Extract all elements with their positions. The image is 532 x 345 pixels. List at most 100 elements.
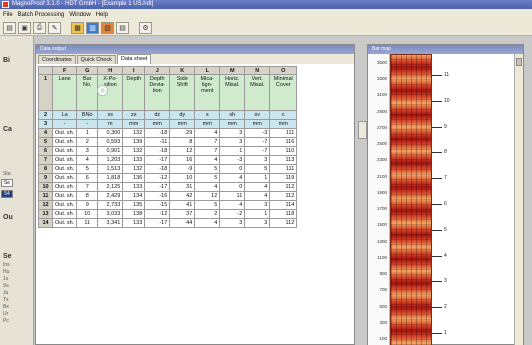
- cell-s[interactable]: 4: [194, 128, 221, 138]
- unit-cell[interactable]: mm: [194, 119, 221, 129]
- cell-s[interactable]: 2: [194, 209, 221, 219]
- cell-sv[interactable]: 5: [244, 164, 271, 174]
- cell-lane[interactable]: Out. sh.: [51, 137, 78, 147]
- cell-sh[interactable]: 3: [219, 137, 246, 147]
- cell-c[interactable]: 116: [269, 137, 298, 147]
- cell-c[interactable]: 110: [269, 146, 298, 156]
- bar-map-heatmap[interactable]: [390, 54, 432, 345]
- cell-sh[interactable]: 4: [219, 173, 246, 183]
- cell-x[interactable]: 1,818: [97, 173, 124, 183]
- cell-x[interactable]: 2,429: [97, 191, 124, 201]
- menu-window[interactable]: Window: [69, 12, 90, 18]
- cell-c[interactable]: 112: [269, 182, 298, 192]
- cell-bar[interactable]: 1: [76, 128, 99, 138]
- cell-x[interactable]: 3,033: [97, 209, 124, 219]
- unit-cell[interactable]: mm: [219, 119, 246, 129]
- cell-sv[interactable]: 4: [244, 182, 271, 192]
- row-header[interactable]: 4: [38, 128, 53, 138]
- row-header[interactable]: 14: [38, 218, 53, 228]
- row-header[interactable]: 13: [38, 209, 53, 219]
- cell-bar[interactable]: 4: [76, 155, 99, 165]
- bar-map-scrollbar[interactable]: [514, 54, 523, 345]
- view-scan-icon[interactable]: ▥: [86, 21, 99, 34]
- header-cell[interactable]: Depth: [122, 74, 146, 111]
- unit-cell[interactable]: -: [51, 119, 78, 129]
- row-header[interactable]: 5: [38, 137, 53, 147]
- cell-dy[interactable]: 10: [169, 173, 196, 183]
- row-header[interactable]: 8: [38, 164, 53, 174]
- col-header[interactable]: F: [51, 66, 78, 75]
- row-header[interactable]: 12: [38, 200, 53, 210]
- cell-dy[interactable]: 8: [169, 137, 196, 147]
- row-header[interactable]: 11: [38, 191, 53, 201]
- row-header[interactable]: 6: [38, 146, 53, 156]
- cell-sv[interactable]: 1: [244, 209, 271, 219]
- header-cell[interactable]: Minimal Cover: [269, 74, 298, 111]
- cell-lane[interactable]: Out. sh.: [51, 128, 78, 138]
- col-header[interactable]: O: [269, 66, 298, 75]
- cell-sv[interactable]: 3: [244, 200, 271, 210]
- cell-d[interactable]: 135: [122, 200, 146, 210]
- cell-bar[interactable]: 11: [76, 218, 99, 228]
- cell-lane[interactable]: Out. sh.: [51, 191, 78, 201]
- row-header[interactable]: 9: [38, 173, 53, 183]
- symbol-cell[interactable]: xs: [97, 110, 124, 120]
- symbol-cell[interactable]: dy: [169, 110, 196, 120]
- cell-s[interactable]: 5: [194, 164, 221, 174]
- cell-dz[interactable]: -15: [144, 200, 171, 210]
- save-icon[interactable]: ▣: [18, 21, 31, 34]
- symbol-cell[interactable]: c: [269, 110, 298, 120]
- row-header[interactable]: 3: [38, 119, 53, 129]
- cell-lane[interactable]: Out. sh.: [51, 173, 78, 183]
- cell-d[interactable]: 133: [122, 155, 146, 165]
- cell-sv[interactable]: -7: [244, 146, 271, 156]
- cell-lane[interactable]: Out. sh.: [51, 200, 78, 210]
- cell-dz[interactable]: -17: [144, 182, 171, 192]
- unit-cell[interactable]: mm: [122, 119, 146, 129]
- cell-bar[interactable]: 10: [76, 209, 99, 219]
- cell-dz[interactable]: -12: [144, 209, 171, 219]
- cell-dy[interactable]: 29: [169, 128, 196, 138]
- cell-d[interactable]: 133: [122, 218, 146, 228]
- cell-dy[interactable]: 37: [169, 209, 196, 219]
- cell-lane[interactable]: Out. sh.: [51, 218, 78, 228]
- cell-c[interactable]: 112: [269, 191, 298, 201]
- view-map-icon[interactable]: ▧: [101, 21, 114, 34]
- cell-dy[interactable]: 44: [169, 218, 196, 228]
- col-header[interactable]: M: [219, 66, 246, 75]
- cell-c[interactable]: 118: [269, 209, 298, 219]
- cell-dz[interactable]: -17: [144, 155, 171, 165]
- left-box-se[interactable]: Se: [1, 179, 13, 187]
- cell-d[interactable]: 134: [122, 191, 146, 201]
- cell-dy[interactable]: 31: [169, 182, 196, 192]
- cell-s[interactable]: 4: [194, 155, 221, 165]
- cell-sv[interactable]: -7: [244, 137, 271, 147]
- unit-cell[interactable]: mm: [144, 119, 171, 129]
- cell-dy[interactable]: 16: [169, 155, 196, 165]
- cell-sh[interactable]: 3: [219, 218, 246, 228]
- cell-d[interactable]: 133: [122, 182, 146, 192]
- symbol-cell[interactable]: dz: [144, 110, 171, 120]
- cell-c[interactable]: 111: [269, 128, 298, 138]
- cell-sv[interactable]: 3: [244, 155, 271, 165]
- header-cell[interactable]: Side Shift: [169, 74, 196, 111]
- cell-c[interactable]: 112: [269, 218, 298, 228]
- tab-data-sheet[interactable]: Data sheet: [116, 54, 152, 64]
- cell-bar[interactable]: 6: [76, 173, 99, 183]
- cell-sh[interactable]: -2: [219, 209, 246, 219]
- cell-bar[interactable]: 3: [76, 146, 99, 156]
- cell-d[interactable]: 139: [122, 137, 146, 147]
- cell-sv[interactable]: 1: [244, 173, 271, 183]
- symbol-cell[interactable]: sv: [244, 110, 271, 120]
- header-cell[interactable]: Depth Devia-tion: [144, 74, 171, 111]
- cell-x[interactable]: 0,901: [97, 146, 124, 156]
- cell-bar[interactable]: 8: [76, 191, 99, 201]
- open-file-icon[interactable]: ▤: [3, 21, 16, 34]
- symbol-cell[interactable]: BNo: [76, 110, 99, 120]
- symbol-cell[interactable]: zs: [122, 110, 146, 120]
- cell-x[interactable]: 2,125: [97, 182, 124, 192]
- cell-x[interactable]: 0,593: [97, 137, 124, 147]
- cell-x[interactable]: 1,203: [97, 155, 124, 165]
- cell-dz[interactable]: -16: [144, 191, 171, 201]
- cell-sh[interactable]: 3: [219, 128, 246, 138]
